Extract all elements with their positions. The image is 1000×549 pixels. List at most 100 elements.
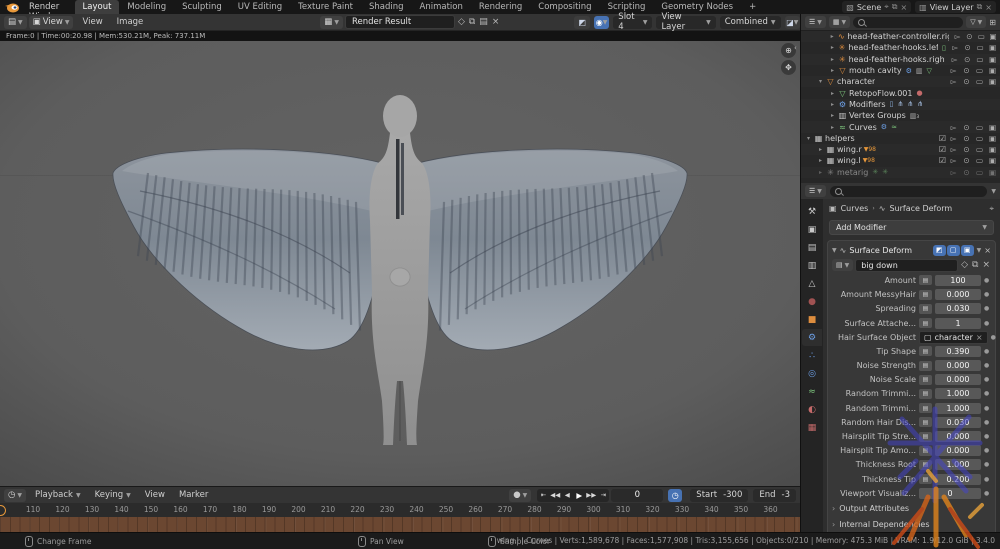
workspace-tab-shading[interactable]: Shading xyxy=(361,0,412,14)
hide-toggle[interactable]: ⊙ xyxy=(961,156,972,165)
select-toggle[interactable]: ▻ xyxy=(948,168,959,177)
outliner-item-curves[interactable]: ▸≈Curves⚙≈▻⊙▭▣ xyxy=(801,121,1000,132)
animate-decorator[interactable]: ● xyxy=(984,390,989,397)
fake-user-shield-icon[interactable]: ◇ xyxy=(960,260,969,270)
input-socket-icon[interactable]: ▤ xyxy=(919,432,932,442)
value-slider[interactable]: 1 xyxy=(935,318,981,329)
disable-viewport-toggle[interactable]: ▭ xyxy=(974,66,985,75)
expand-icon[interactable]: ▸ xyxy=(829,44,836,51)
next-keyframe-button[interactable]: ▶▶ xyxy=(585,491,597,499)
disable-render-toggle[interactable]: ▣ xyxy=(987,145,998,154)
hide-toggle[interactable]: ⊙ xyxy=(961,77,972,86)
outliner-item-modifiers[interactable]: ▸⚙Modifiers▯⋔⋔⋔ xyxy=(801,99,1000,110)
timeline-editor-type-button[interactable]: ◷▼ xyxy=(4,489,26,502)
animate-decorator[interactable]: ● xyxy=(984,476,989,483)
tab-scene[interactable]: △ xyxy=(802,275,822,292)
fake-user-shield-icon[interactable]: ◇ xyxy=(457,17,466,27)
animate-decorator[interactable]: ● xyxy=(984,362,989,369)
input-socket-icon[interactable]: ▤ xyxy=(919,460,932,470)
tab-world[interactable]: ● xyxy=(802,293,822,310)
properties-editor-type-button[interactable]: ☰▼ xyxy=(805,185,826,197)
input-socket-icon[interactable]: ▤ xyxy=(919,304,932,314)
animate-decorator[interactable]: ● xyxy=(984,305,989,312)
menu-render[interactable]: Render xyxy=(23,2,69,12)
disable-render-toggle[interactable]: ▣ xyxy=(987,123,998,132)
previous-keyframe-button[interactable]: ◀◀ xyxy=(549,491,561,499)
viewlayer-selector[interactable]: ▥ View Layer ⧉ × xyxy=(915,1,996,13)
input-socket-icon[interactable]: ▤ xyxy=(919,474,932,484)
select-toggle[interactable]: ▻ xyxy=(949,55,960,64)
animate-decorator[interactable]: ● xyxy=(984,376,989,383)
hide-toggle[interactable]: ⊙ xyxy=(962,55,973,64)
play-button[interactable]: ▶ xyxy=(573,491,585,500)
add-modifier-button[interactable]: Add Modifier ▼ xyxy=(829,220,994,235)
outliner-item-head-feather-controller-right[interactable]: ▸∿head-feather-controller.right▻⊙▭▣ xyxy=(801,31,1000,42)
expand-icon[interactable]: ▸ xyxy=(829,101,836,108)
new-viewlayer-icon[interactable]: ⧉ xyxy=(977,2,983,12)
timeline-menu-keying[interactable]: Keying▼ xyxy=(88,490,138,500)
open-image-folder-icon[interactable]: ▤ xyxy=(478,17,489,27)
pin-scene-icon[interactable]: ⌖ xyxy=(884,2,889,12)
collapse-sidebar-icon[interactable]: ‹ xyxy=(794,44,797,52)
copy-icon[interactable]: ⧉ xyxy=(971,260,979,270)
delete-viewlayer-icon[interactable]: × xyxy=(985,3,992,12)
outliner-item-vertex-groups[interactable]: ▸▥Vertex Groups▥₃ xyxy=(801,110,1000,121)
breadcrumb-modifier[interactable]: Surface Deform xyxy=(889,204,952,213)
disable-render-toggle[interactable]: ▣ xyxy=(987,168,998,177)
expand-icon[interactable]: ▸ xyxy=(829,56,836,63)
value-slider[interactable]: 0.030 xyxy=(935,417,981,428)
workspace-tab-uv-editing[interactable]: UV Editing xyxy=(230,0,290,14)
value-slider[interactable]: 1.000 xyxy=(935,403,981,414)
expand-icon[interactable]: ▸ xyxy=(817,169,824,176)
workspace-tab-compositing[interactable]: Compositing xyxy=(530,0,599,14)
outliner-item-retopoflow-001[interactable]: ▸▽RetopoFlow.001● xyxy=(801,87,1000,98)
outliner-item-head-feather-hooks-left[interactable]: ▸✳head-feather-hooks.left▯▻⊙▭▣ xyxy=(801,42,1000,53)
play-reverse-button[interactable]: ◀ xyxy=(561,491,573,499)
modifier-extras-icon[interactable]: ▼ xyxy=(977,247,982,254)
input-socket-icon[interactable]: ▤ xyxy=(919,275,932,285)
hide-toggle[interactable]: ⊙ xyxy=(961,168,972,177)
view-gizmos-toggle[interactable]: ◩ xyxy=(574,16,589,29)
animate-decorator[interactable]: ● xyxy=(984,291,989,298)
select-toggle[interactable]: ▻ xyxy=(950,43,961,52)
expand-icon[interactable]: ▸ xyxy=(829,33,835,40)
outliner-item-wing-r[interactable]: ▸▦wing.r▼98☑▻⊙▭▣ xyxy=(801,144,1000,155)
expand-icon[interactable]: ▸ xyxy=(829,112,836,119)
outliner-search-input[interactable] xyxy=(853,17,963,28)
value-slider[interactable]: 100 xyxy=(935,275,981,286)
modifier-list-button[interactable]: ▤▼ xyxy=(832,259,853,271)
animate-decorator[interactable]: ● xyxy=(984,419,989,426)
hide-toggle[interactable]: ⊙ xyxy=(961,66,972,75)
disable-render-toggle[interactable]: ▣ xyxy=(987,55,998,64)
workspace-tab-modeling[interactable]: Modeling xyxy=(119,0,174,14)
tab-texture[interactable]: ▦ xyxy=(802,419,822,436)
disable-viewport-toggle[interactable]: ▭ xyxy=(974,156,985,165)
collapse-icon[interactable]: ▾ xyxy=(817,78,824,85)
value-slider[interactable]: 0.000 xyxy=(935,360,981,371)
animate-decorator[interactable]: ● xyxy=(984,447,989,454)
disable-render-toggle[interactable]: ▣ xyxy=(987,66,998,75)
expand-icon[interactable]: ▸ xyxy=(829,90,836,97)
subpanel-internal-dependencies[interactable]: ›Internal Dependencies xyxy=(832,518,991,531)
disable-viewport-toggle[interactable]: ▭ xyxy=(975,55,986,64)
workspace-tab-rendering[interactable]: Rendering xyxy=(471,0,530,14)
new-collection-button[interactable]: ⊞ xyxy=(989,18,996,27)
outliner-item-character[interactable]: ▾▽character▻⊙▭▣ xyxy=(801,76,1000,87)
select-toggle[interactable]: ▻ xyxy=(948,156,959,165)
animate-decorator[interactable]: ● xyxy=(984,405,989,412)
disable-viewport-toggle[interactable]: ▭ xyxy=(976,32,986,41)
jump-to-start-button[interactable]: ⇤ xyxy=(537,491,549,499)
jump-to-end-button[interactable]: ⇥ xyxy=(597,491,609,499)
outliner-display-mode-button[interactable]: ☰▼ xyxy=(805,16,826,28)
image-menu-image[interactable]: Image xyxy=(110,17,151,27)
timeline-menu-marker[interactable]: Marker xyxy=(172,490,215,500)
record-button[interactable]: ●▼ xyxy=(509,489,531,502)
expand-icon[interactable]: ▸ xyxy=(829,67,836,74)
animate-decorator[interactable]: ● xyxy=(991,334,996,341)
animate-decorator[interactable]: ● xyxy=(984,277,989,284)
frame-start-field[interactable]: Start -300 xyxy=(690,489,748,502)
disable-viewport-toggle[interactable]: ▭ xyxy=(975,43,986,52)
add-workspace-button[interactable]: + xyxy=(741,0,764,14)
select-toggle[interactable]: ▻ xyxy=(948,123,959,132)
disable-viewport-toggle[interactable]: ▭ xyxy=(974,134,985,143)
